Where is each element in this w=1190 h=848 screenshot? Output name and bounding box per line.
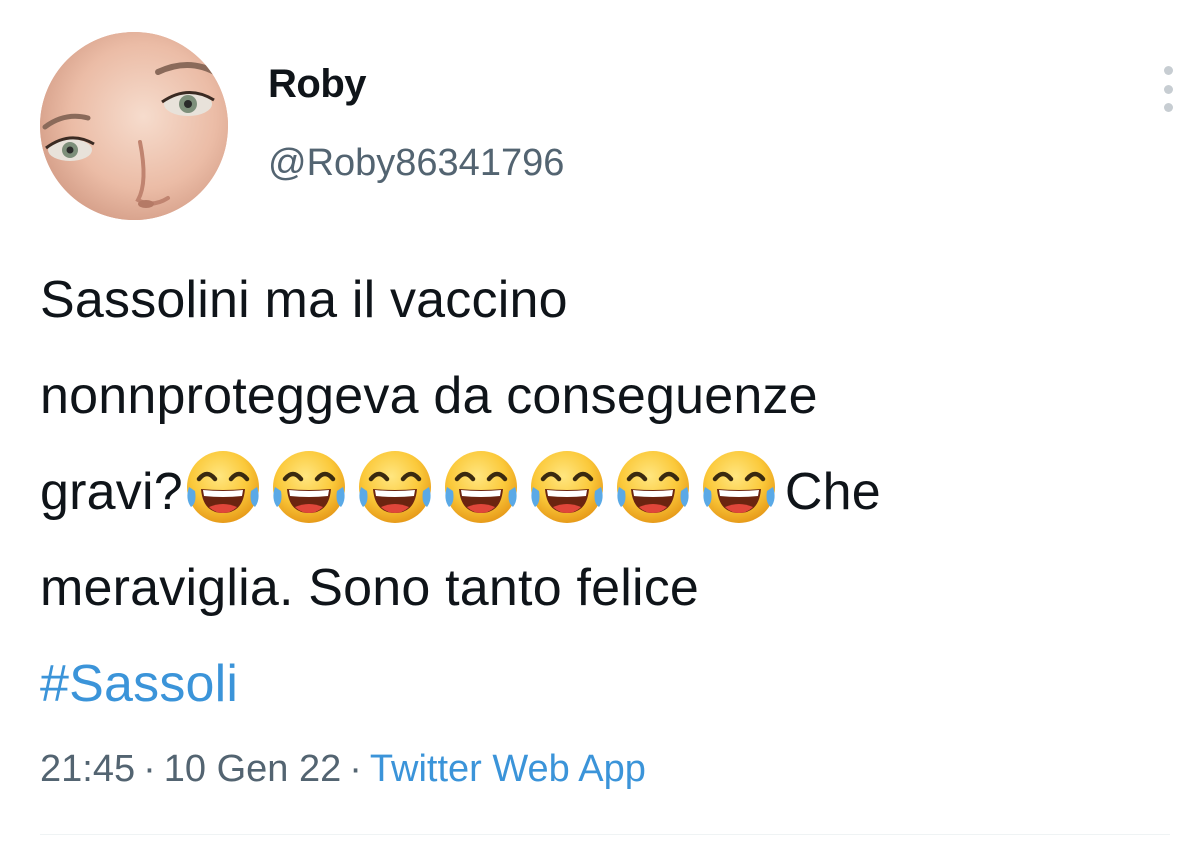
divider xyxy=(40,834,1170,835)
tweet-line-3-start: gravi? xyxy=(40,463,183,521)
profile-photo xyxy=(40,32,228,220)
more-options-icon[interactable] xyxy=(1160,66,1176,112)
dot xyxy=(1163,103,1173,112)
user-handle[interactable]: @Roby86341796 xyxy=(268,142,564,185)
face-with-tears-of-joy-icon xyxy=(441,447,521,527)
face-with-tears-of-joy-icon xyxy=(527,447,607,527)
user-name[interactable]: Roby xyxy=(268,62,367,107)
tweet-source-link[interactable]: Twitter Web App xyxy=(370,748,646,790)
dot xyxy=(1163,66,1173,75)
tweet-time[interactable]: 21:45 xyxy=(40,748,135,790)
dot xyxy=(1163,84,1173,94)
face-with-tears-of-joy-icon xyxy=(613,447,693,527)
face-with-tears-of-joy-icon xyxy=(699,447,779,527)
tweet-line-3: gravi? Che xyxy=(40,444,1170,540)
face-with-tears-of-joy-icon xyxy=(355,447,435,527)
tweet-line-3-end: Che xyxy=(784,463,881,521)
face-with-tears-of-joy-icon xyxy=(183,447,263,527)
avatar[interactable] xyxy=(40,32,228,220)
tweet-line-4: meraviglia. Sono tanto felice xyxy=(40,559,700,617)
tweet-line-1: Sassolini ma il vaccino xyxy=(40,271,568,329)
separator: · xyxy=(349,748,362,790)
tweet-line-2: nonnproteggeva da conseguenze xyxy=(40,367,818,425)
emoji-row xyxy=(183,451,785,523)
tweet-date[interactable]: 10 Gen 22 xyxy=(164,748,341,790)
tweet-text: Sassolini ma il vaccino nonnproteggeva d… xyxy=(40,252,1170,732)
tweet-meta: 21:45 · 10 Gen 22 · Twitter Web App xyxy=(40,748,646,791)
hashtag-link[interactable]: #Sassoli xyxy=(40,655,238,713)
face-with-tears-of-joy-icon xyxy=(269,447,349,527)
separator: · xyxy=(143,748,156,790)
